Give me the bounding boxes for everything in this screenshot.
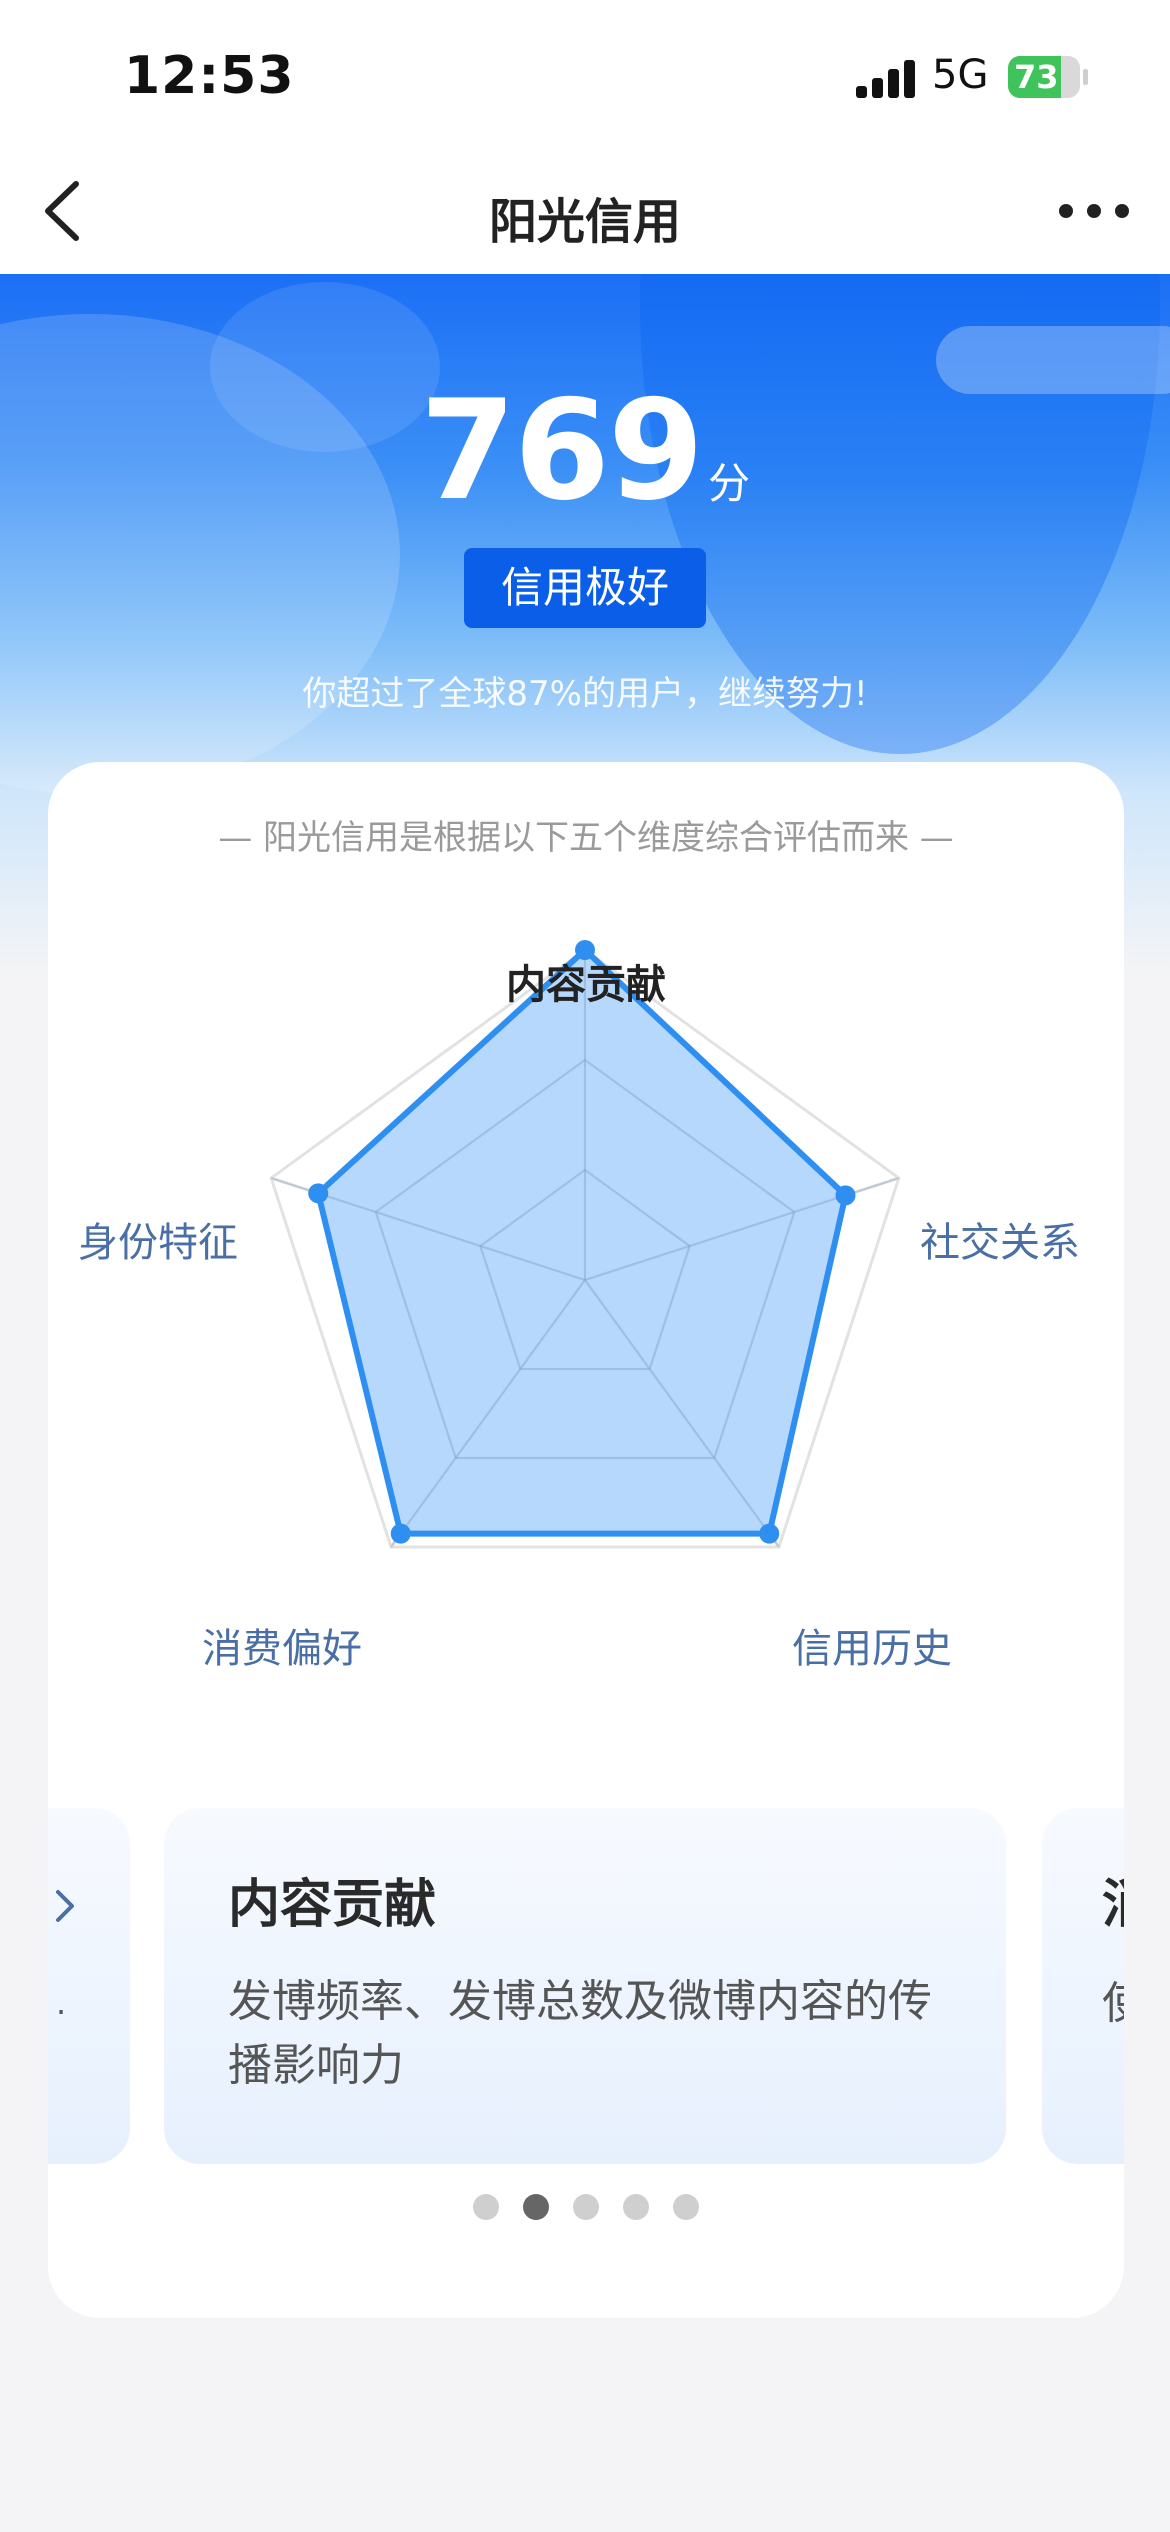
next-slide-title: 消 (1102, 1862, 1124, 1937)
credit-score: 769 分 (0, 370, 1170, 531)
carousel-slide-next[interactable]: 消 使 (1042, 1808, 1124, 2164)
more-button[interactable] (1054, 186, 1134, 236)
radar-point (308, 1183, 329, 1204)
radar-label-consumption[interactable]: 消费偏好 (202, 1616, 362, 1674)
rating-badge: 信用极好 (464, 548, 706, 628)
back-button[interactable] (30, 176, 100, 246)
dimension-card: — 阳光信用是根据以下五个维度综合评估而来 — 内容贡献 社交关系 信用历史 消… (48, 762, 1124, 2318)
score-unit: 分 (708, 459, 751, 508)
prev-slide-fragment: . (56, 1984, 67, 2022)
carousel-slide-prev[interactable]: . (48, 1808, 130, 2164)
carousel-dots (48, 2194, 1124, 2224)
battery-icon: 73 (1008, 56, 1088, 98)
status-bar: 12:53 5G 73 (0, 0, 1170, 150)
status-time: 12:53 (124, 46, 295, 106)
carousel-dot[interactable] (473, 2194, 499, 2220)
carousel-dot[interactable] (573, 2194, 599, 2220)
percentile-text: 你超过了全球87%的用户，继续努力! (302, 674, 868, 714)
chevron-left-icon (45, 181, 79, 241)
next-slide-description: 使 (1102, 1972, 1124, 2036)
score-value: 769 (419, 370, 704, 531)
carousel-dot[interactable] (673, 2194, 699, 2220)
carousel-slide-active[interactable]: 内容贡献 发博频率、发博总数及微博内容的传播影响力 (164, 1808, 1006, 2164)
radar-point (835, 1185, 856, 1206)
radar-point (759, 1523, 780, 1544)
carousel-dot[interactable] (623, 2194, 649, 2220)
radar-data-area (315, 947, 849, 1537)
nav-bar: 阳光信用 (0, 150, 1170, 274)
radar-label-social[interactable]: 社交关系 (920, 1210, 1080, 1268)
network-type: 5G (932, 52, 989, 98)
radar-label-identity[interactable]: 身份特征 (78, 1210, 238, 1268)
radar-label-content[interactable]: 内容贡献 (506, 952, 666, 1010)
more-horizontal-icon (1059, 204, 1129, 218)
battery-level: 73 (1014, 58, 1059, 96)
slide-title: 内容贡献 (228, 1875, 437, 1935)
radar-point (390, 1523, 411, 1544)
page-title: 阳光信用 (488, 194, 681, 250)
slide-description: 发博频率、发博总数及微博内容的传播影响力 (228, 1976, 932, 2091)
carousel-dot-active[interactable] (523, 2194, 549, 2220)
signal-icon (856, 60, 916, 98)
radar-label-credit-history[interactable]: 信用历史 (792, 1616, 952, 1674)
chevron-right-icon (56, 1890, 74, 1922)
radar-chart: 内容贡献 社交关系 信用历史 消费偏好 身份特征 (48, 852, 1124, 1732)
